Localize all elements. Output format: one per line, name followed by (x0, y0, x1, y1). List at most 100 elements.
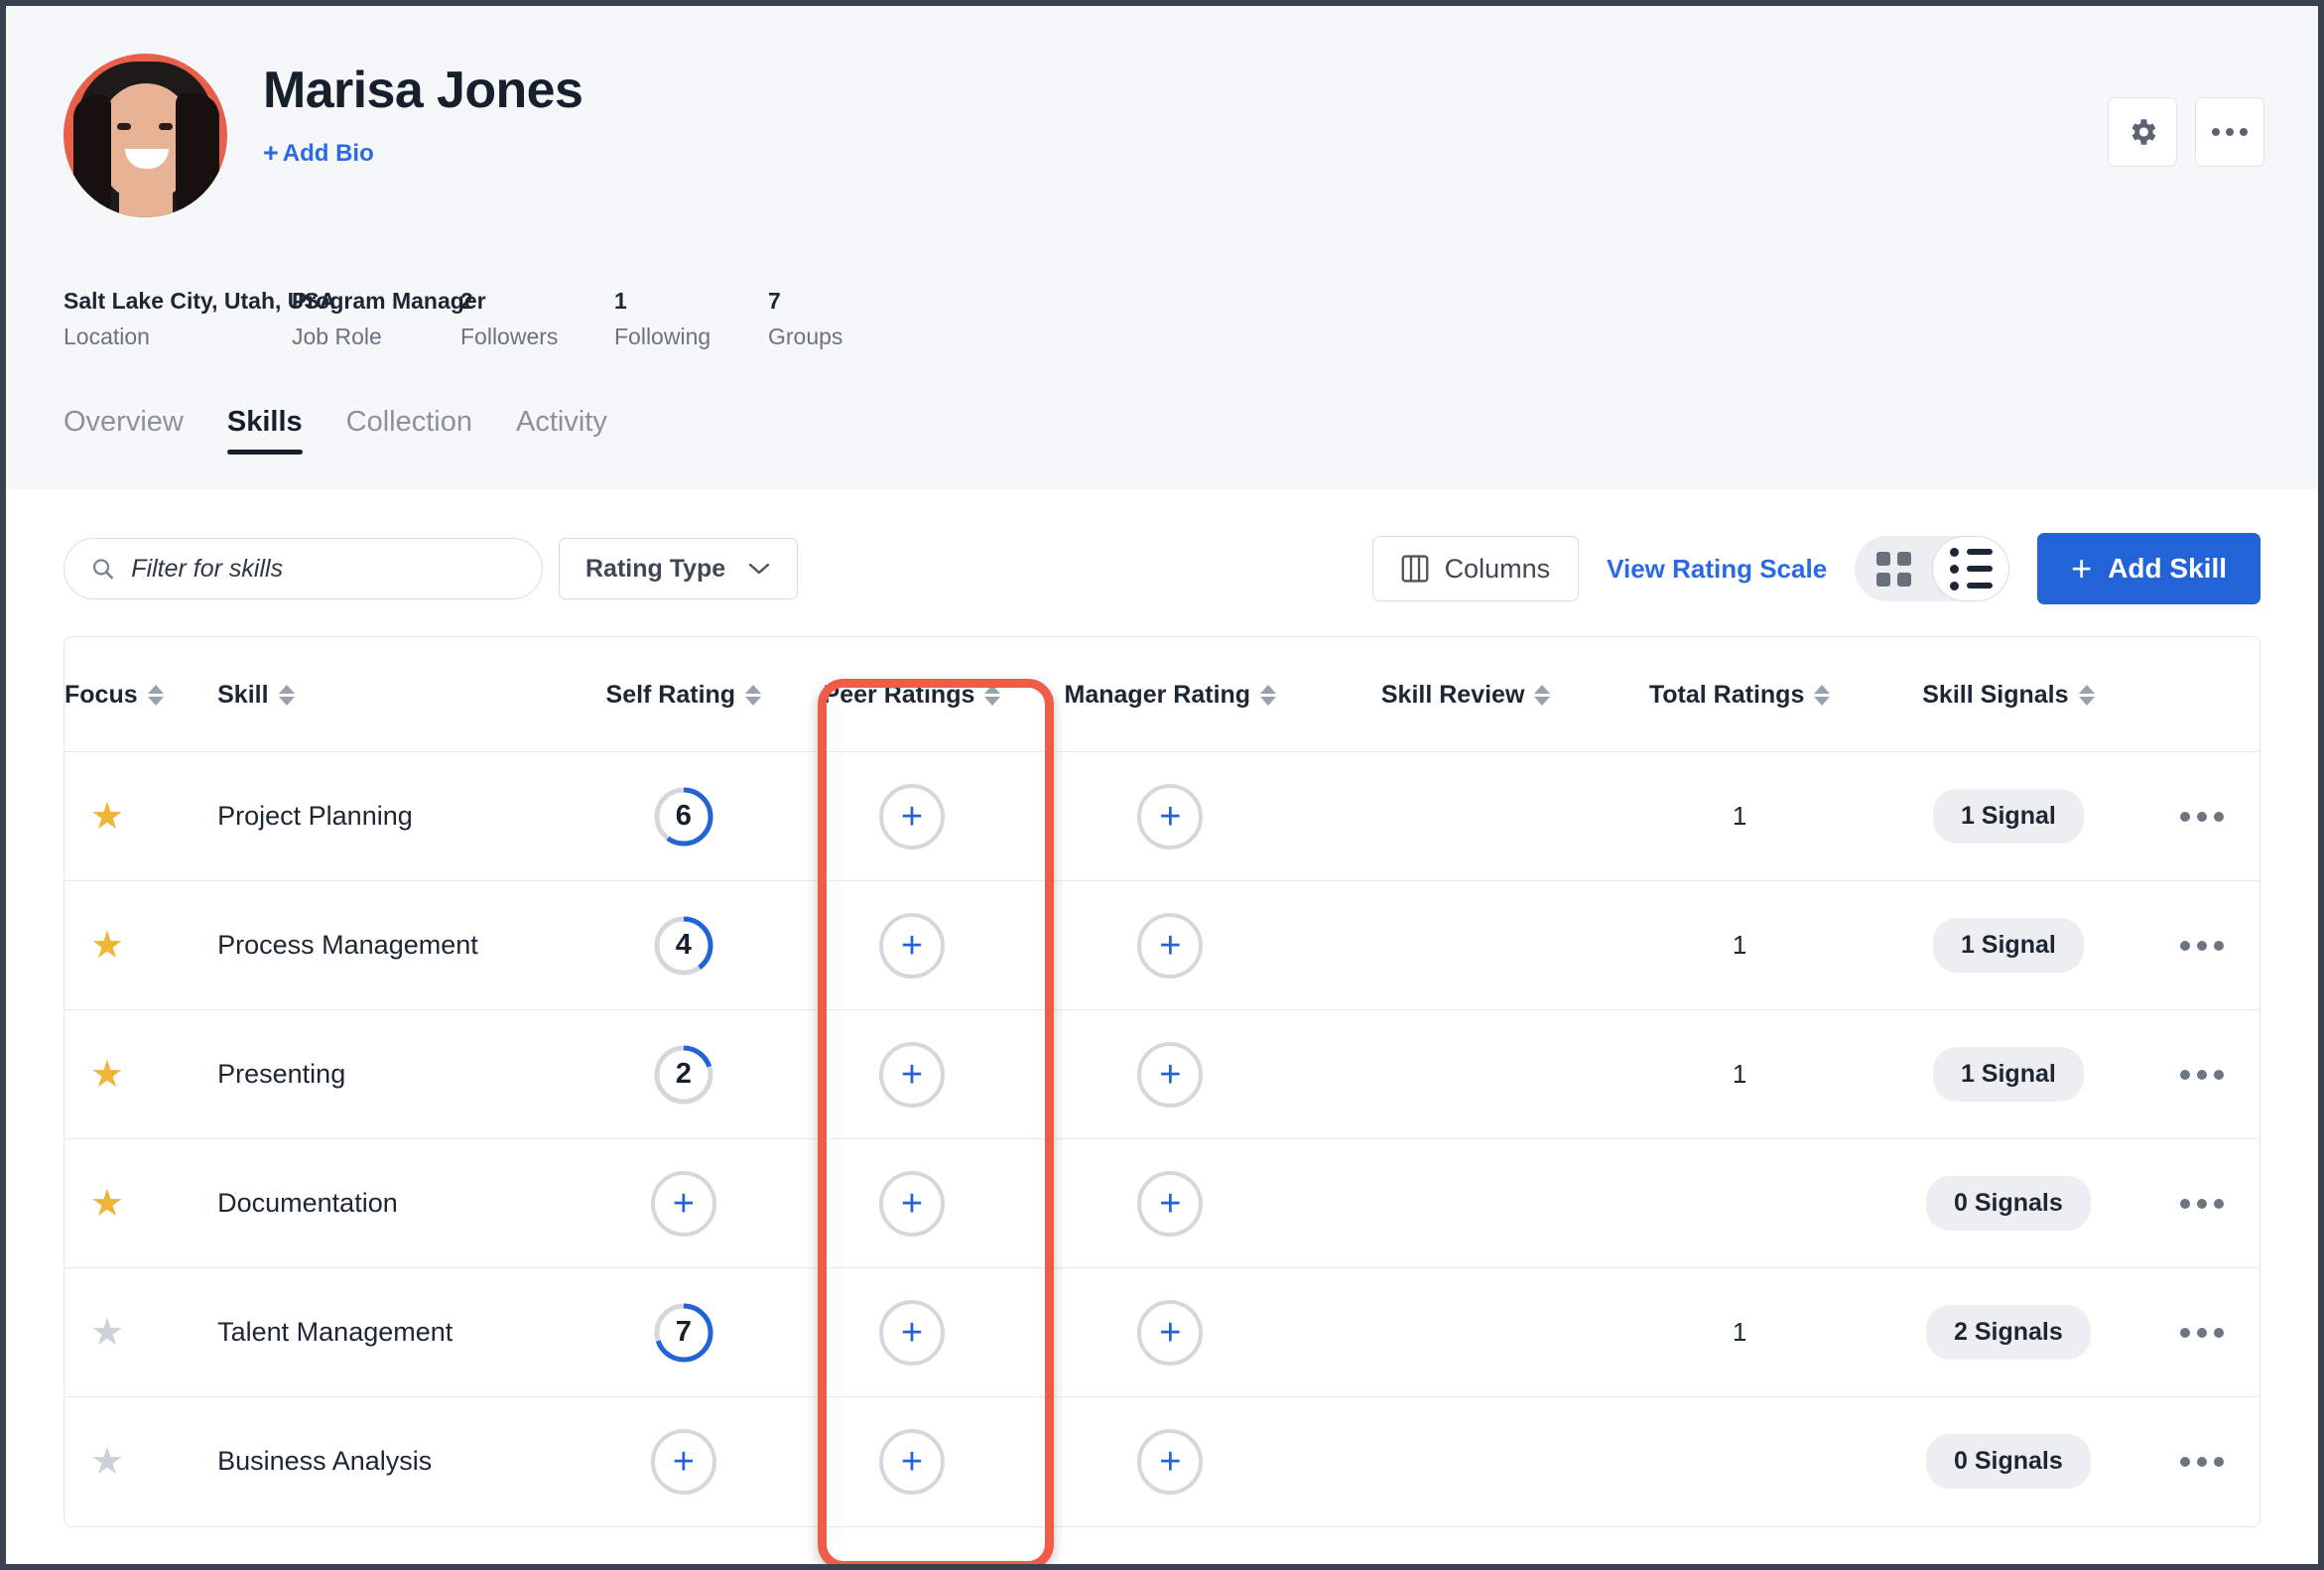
sort-self-rating[interactable]: Self Rating (606, 681, 762, 710)
more-options-button[interactable] (2195, 97, 2264, 167)
sort-focus[interactable]: Focus (65, 681, 164, 710)
sort-skill[interactable]: Skill (217, 681, 295, 710)
focus-star-icon[interactable]: ★ (90, 1312, 124, 1354)
meta-value: Salt Lake City, Utah, USA (64, 288, 336, 314)
sort-icon (1260, 685, 1277, 706)
peer-ratings-cell: + (809, 1041, 1015, 1108)
add-manager-rating-button[interactable]: + (1137, 783, 1204, 850)
col-total-ratings: Total Ratings (1606, 637, 1873, 752)
skill-signals-badge[interactable]: 1 Signal (1932, 918, 2084, 973)
row-actions-button[interactable] (2143, 940, 2259, 951)
sort-total-ratings[interactable]: Total Ratings (1649, 681, 1831, 710)
table-row[interactable]: ★ Business Analysis + + +0 Signals (65, 1397, 2259, 1526)
tab-collection[interactable]: Collection (346, 406, 472, 455)
manager-rating-cell: + (1015, 1041, 1325, 1108)
row-actions-button[interactable] (2143, 1456, 2259, 1467)
add-manager-rating-button[interactable]: + (1137, 912, 1204, 979)
col-label: Skill Signals (1922, 681, 2069, 709)
skill-signals-badge[interactable]: 2 Signals (1926, 1305, 2091, 1360)
add-self-rating-button[interactable]: + (650, 1170, 716, 1237)
meta-groups[interactable]: 7 Groups (768, 287, 842, 350)
skill-signals-badge[interactable]: 0 Signals (1926, 1176, 2091, 1231)
col-row-actions (2143, 637, 2259, 752)
meta-followers[interactable]: 2 Followers (460, 287, 614, 350)
search-box[interactable] (64, 538, 543, 599)
self-rating-cell: 4 (559, 913, 809, 979)
focus-star-icon[interactable]: ★ (90, 1183, 124, 1225)
manager-rating-cell: + (1015, 783, 1325, 850)
add-peer-rating-button[interactable]: + (878, 1041, 945, 1108)
profile-tabs: Overview Skills Collection Activity (64, 406, 2260, 455)
sort-manager-rating[interactable]: Manager Rating (1065, 681, 1277, 710)
profile-header: Marisa Jones + Add Bio Salt Lake City, U… (6, 6, 2318, 489)
list-view-button[interactable] (1932, 536, 2010, 601)
tab-activity[interactable]: Activity (516, 406, 607, 455)
skill-signals-badge[interactable]: 0 Signals (1926, 1434, 2091, 1490)
row-actions-button[interactable] (2143, 1069, 2259, 1080)
table-row[interactable]: ★ Documentation + + +0 Signals (65, 1138, 2259, 1268)
self-rating-ring[interactable]: 4 (651, 913, 716, 979)
table-header-row: Focus Skill Self Rating Peer Ratings Man… (65, 637, 2259, 752)
add-peer-rating-button[interactable]: + (878, 912, 945, 979)
add-manager-rating-button[interactable]: + (1137, 1041, 1204, 1108)
self-rating-ring[interactable]: 6 (651, 784, 716, 850)
meta-label: Followers (460, 323, 559, 349)
total-ratings-value: 1 (1732, 1059, 1747, 1089)
sort-skill-signals[interactable]: Skill Signals (1922, 681, 2095, 710)
meta-following[interactable]: 1 Following (614, 287, 768, 350)
row-actions-button[interactable] (2143, 811, 2259, 822)
focus-star-icon[interactable]: ★ (90, 1054, 124, 1096)
skill-name: Process Management (217, 930, 478, 960)
chevron-down-icon (749, 563, 770, 575)
add-peer-rating-button[interactable]: + (878, 1299, 945, 1366)
focus-star-icon[interactable]: ★ (90, 1441, 124, 1483)
sort-icon (1814, 685, 1831, 706)
grid-view-button[interactable] (1855, 536, 1932, 601)
peer-ratings-cell: + (809, 1299, 1015, 1366)
add-skill-button[interactable]: + Add Skill (2037, 533, 2260, 604)
self-rating-ring[interactable]: 2 (651, 1042, 716, 1108)
add-manager-rating-button[interactable]: + (1137, 1299, 1204, 1366)
sort-peer-ratings[interactable]: Peer Ratings (824, 681, 1001, 710)
header-actions (2108, 97, 2264, 167)
add-peer-rating-button[interactable]: + (878, 1428, 945, 1495)
table-row[interactable]: ★ Project Planning 6 + +1 1 Signal (65, 751, 2259, 881)
grid-view-icon (1875, 551, 1911, 587)
focus-star-icon[interactable]: ★ (90, 925, 124, 967)
skill-name: Presenting (217, 1059, 346, 1089)
view-rating-scale-link[interactable]: View Rating Scale (1607, 554, 1827, 585)
row-actions-button[interactable] (2143, 1198, 2259, 1209)
col-peer-ratings: Peer Ratings (808, 637, 1016, 752)
self-rating-cell: 6 (559, 784, 809, 850)
tab-skills[interactable]: Skills (226, 406, 303, 455)
add-peer-rating-button[interactable]: + (878, 783, 945, 850)
plus-icon: + (2071, 548, 2093, 589)
add-self-rating-button[interactable]: + (650, 1428, 716, 1495)
tab-overview[interactable]: Overview (64, 406, 184, 455)
skill-signals-badge[interactable]: 1 Signal (1932, 1047, 2084, 1102)
add-bio-button[interactable]: + Add Bio (263, 140, 374, 168)
table-row[interactable]: ★ Process Management 4 + +1 1 Signal (65, 880, 2259, 1010)
self-rating-ring[interactable]: 7 (651, 1300, 716, 1366)
identity-row: Marisa Jones + Add Bio (64, 50, 2260, 217)
search-input[interactable] (131, 554, 516, 584)
focus-star-icon[interactable]: ★ (90, 796, 124, 838)
settings-button[interactable] (2108, 97, 2177, 167)
sort-skill-review[interactable]: Skill Review (1381, 681, 1551, 710)
add-manager-rating-button[interactable]: + (1137, 1428, 1204, 1495)
columns-button[interactable]: Columns (1371, 536, 1580, 601)
sort-icon (984, 685, 1001, 706)
skill-signals-badge[interactable]: 1 Signal (1932, 789, 2084, 844)
sort-icon (745, 685, 762, 706)
skill-name: Project Planning (217, 801, 413, 831)
add-peer-rating-button[interactable]: + (878, 1170, 945, 1237)
add-manager-rating-button[interactable]: + (1137, 1170, 1204, 1237)
table-row[interactable]: ★ Presenting 2 + +1 1 Signal (65, 1009, 2259, 1139)
peer-ratings-cell: + (809, 1428, 1015, 1495)
col-label: Manager Rating (1064, 681, 1251, 709)
list-view-icon (1949, 547, 1993, 590)
col-self-rating: Self Rating (558, 637, 809, 752)
row-actions-button[interactable] (2143, 1327, 2259, 1338)
rating-type-dropdown[interactable]: Rating Type (559, 538, 799, 599)
table-row[interactable]: ★ Talent Management 7 + +1 2 Signals (65, 1267, 2259, 1397)
